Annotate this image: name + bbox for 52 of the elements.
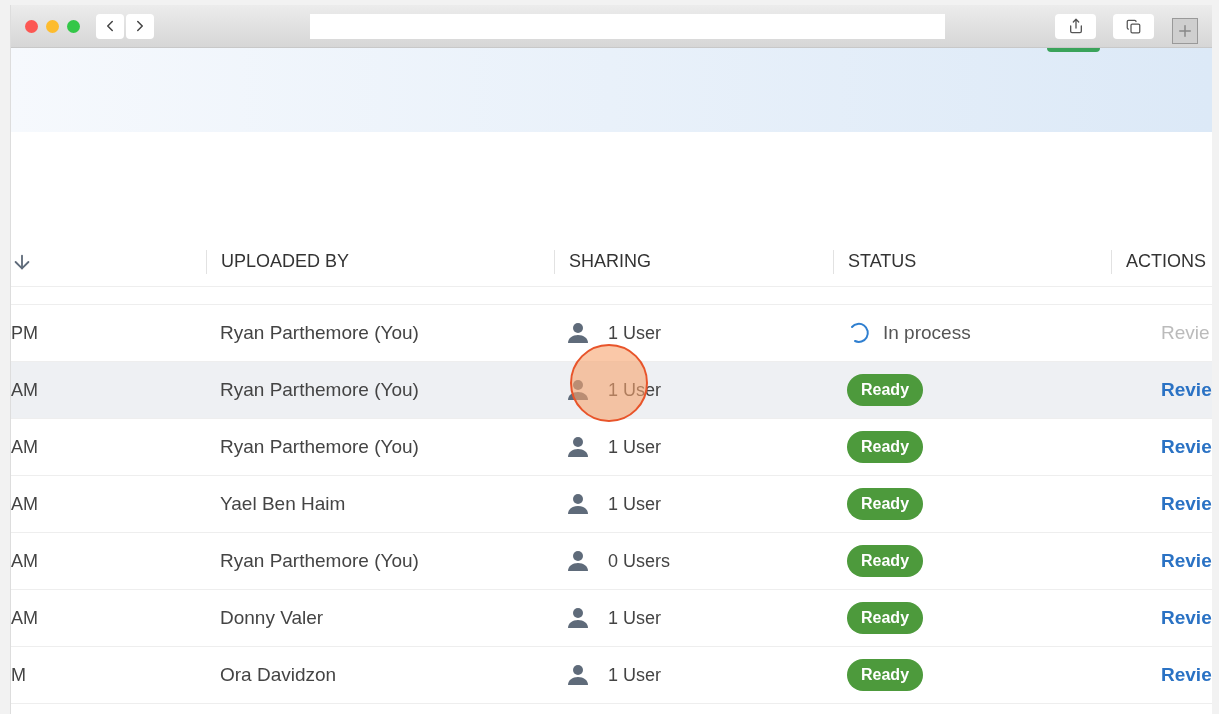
sharing-count: 0 Users	[608, 549, 670, 573]
table-cell: Donny Valer	[220, 606, 324, 628]
column-header: ACTIONS	[1126, 250, 1206, 273]
table-cell: Ryan Parthemore (You)	[220, 435, 419, 457]
status-badge: Ready	[847, 545, 924, 577]
sharing-count: 1 User	[608, 321, 661, 345]
share-icon	[1067, 18, 1084, 34]
column-header: SHARING	[569, 250, 651, 273]
table-cell: Ryan Parthemore (You)	[220, 549, 419, 571]
tabs-icon	[1126, 18, 1141, 34]
table-cell: Ryan Parthemore (You)	[220, 378, 419, 400]
status-text: In process	[883, 320, 971, 345]
column-header: UPLOADED BY	[221, 250, 350, 273]
review-link[interactable]: Revie	[1161, 549, 1212, 571]
user-icon	[566, 435, 590, 459]
table-cell: AM	[11, 607, 38, 628]
sharing-count: 1 User	[608, 492, 661, 516]
sharing-count: 1 User	[608, 663, 661, 687]
user-icon	[566, 321, 590, 345]
user-icon	[566, 549, 590, 573]
table-cell: M	[11, 664, 26, 685]
sharing-count: 1 User	[608, 435, 661, 459]
review-link[interactable]: Revie	[1161, 606, 1212, 628]
back-button[interactable]	[96, 13, 124, 39]
table-cell: Ryan Parthemore (You)	[220, 321, 419, 343]
button-edge	[1047, 48, 1100, 52]
column-header: STATUS	[848, 250, 917, 273]
sharing-count: 1 User	[608, 606, 661, 630]
status-badge: Ready	[847, 659, 924, 691]
plus-icon	[1176, 22, 1194, 40]
user-icon	[566, 378, 590, 402]
review-link[interactable]: Revie	[1161, 663, 1212, 685]
status-badge: Ready	[847, 431, 924, 463]
table-cell: Yael Ben Haim	[220, 492, 346, 514]
review-link[interactable]: Revie	[1161, 378, 1212, 400]
user-icon	[566, 492, 590, 516]
review-link[interactable]: Revie	[1161, 435, 1212, 457]
user-icon	[566, 663, 590, 687]
table-cell: AM	[11, 550, 38, 571]
table-cell: PM	[11, 322, 38, 343]
table-cell: AM	[11, 436, 38, 457]
status-badge: Ready	[847, 374, 924, 406]
table-cell: Ora Davidzon	[220, 663, 337, 685]
table-cell: AM	[11, 379, 38, 400]
table-cell: AM	[11, 493, 38, 514]
forward-button[interactable]	[126, 13, 154, 39]
tabs-button[interactable]	[1113, 13, 1154, 39]
review-link[interactable]: Revie	[1161, 492, 1212, 514]
status-badge: Ready	[847, 602, 924, 634]
user-icon	[566, 606, 590, 630]
status-badge: Ready	[847, 488, 924, 520]
share-button[interactable]	[1055, 13, 1096, 39]
